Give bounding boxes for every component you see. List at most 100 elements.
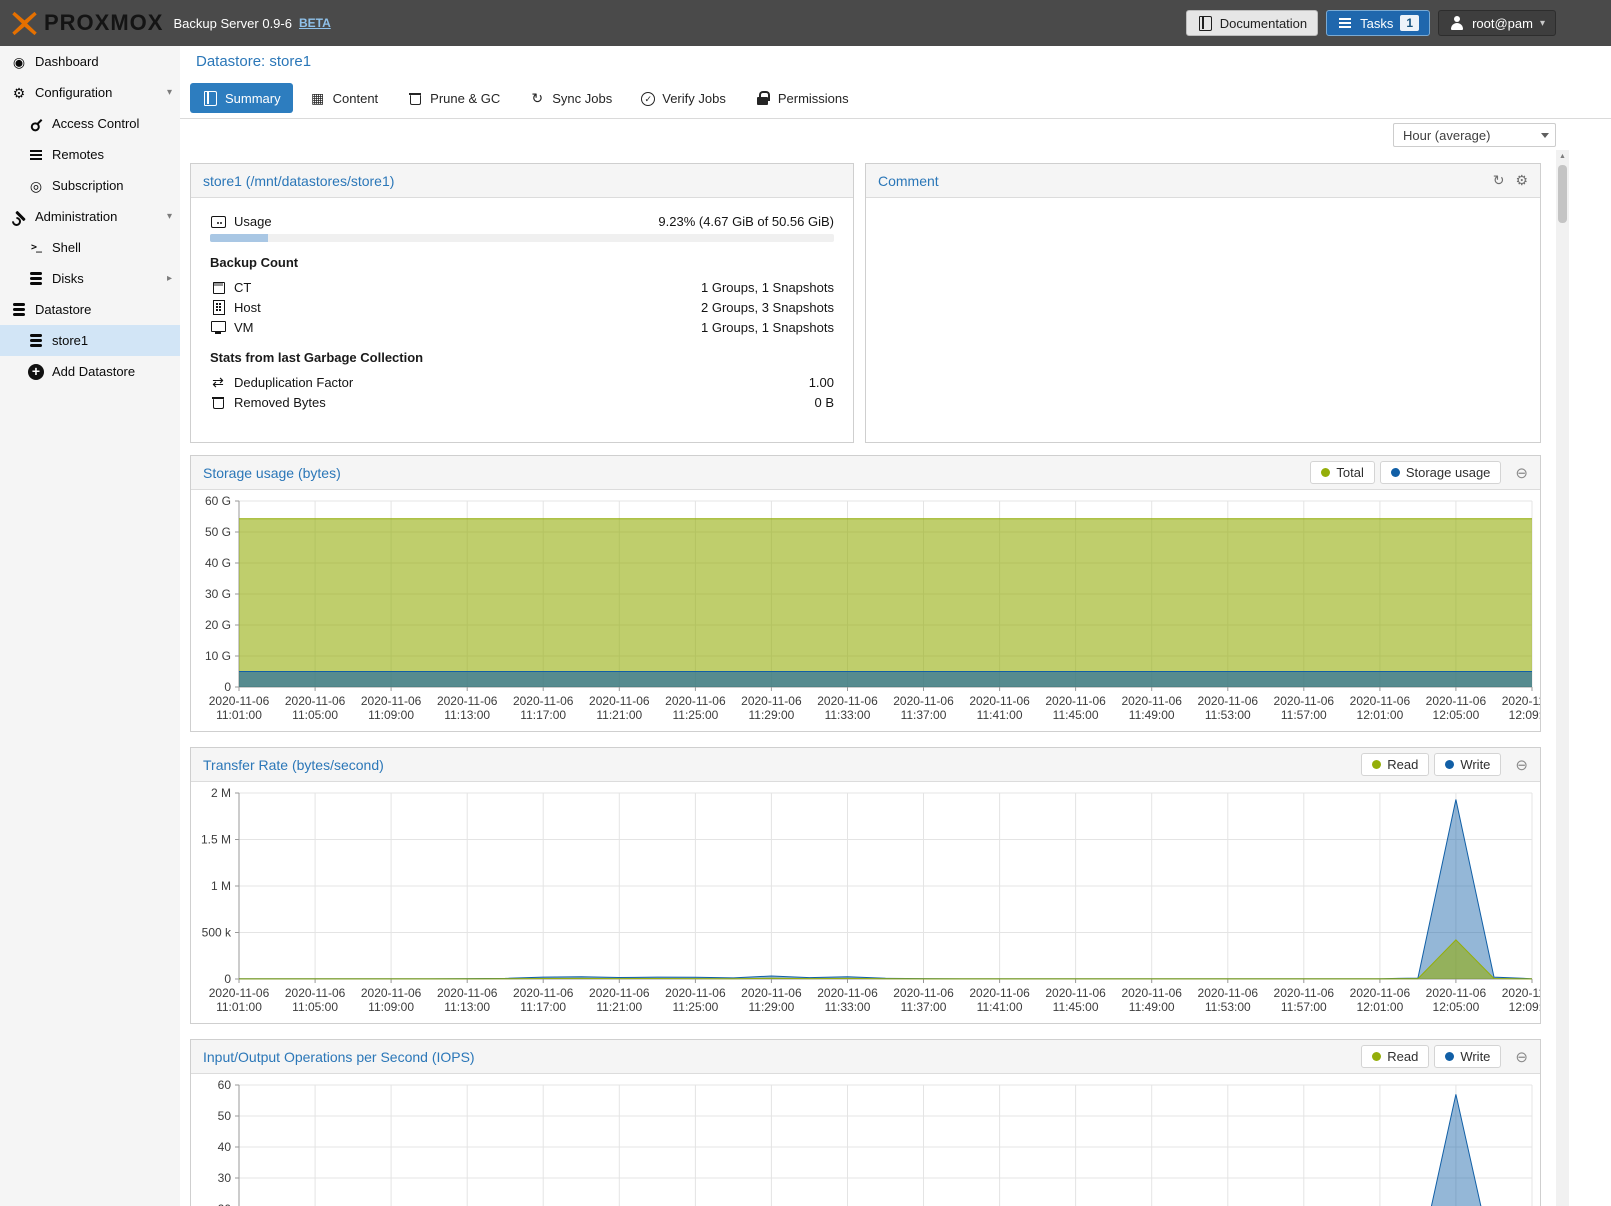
key-icon: [25, 112, 48, 135]
legend-label: Read: [1387, 757, 1418, 772]
panel-header: Input/Output Operations per Second (IOPS…: [191, 1040, 1540, 1074]
svg-text:11:53:00: 11:53:00: [1205, 708, 1251, 722]
sidebar-item-access-control[interactable]: Access Control: [0, 108, 180, 139]
sidebar-item-store1[interactable]: store1: [0, 325, 180, 356]
legend-dot: [1391, 468, 1400, 477]
gear-icon[interactable]: ⚙: [1515, 172, 1528, 189]
svg-text:11:57:00: 11:57:00: [1281, 1000, 1327, 1014]
iops-chart: 01020304050602020-11-0611:01:002020-11-0…: [191, 1075, 1540, 1206]
legend-total[interactable]: Total: [1310, 461, 1374, 484]
svg-text:11:05:00: 11:05:00: [292, 1000, 338, 1014]
panel-title: Comment: [878, 173, 939, 189]
sidebar-item-remotes[interactable]: Remotes: [0, 139, 180, 170]
tabbar-separator: [180, 118, 1611, 119]
sidebar-item-administration[interactable]: Administration ▾: [0, 201, 180, 232]
beta-link[interactable]: BETA: [299, 16, 331, 30]
nav-label: Configuration: [35, 85, 112, 100]
panel-title: Storage usage (bytes): [203, 465, 341, 481]
tab-prune-gc[interactable]: Prune & GC: [395, 83, 512, 113]
nav-label: store1: [52, 333, 88, 348]
tasks-count-badge: 1: [1400, 15, 1419, 31]
sidebar-item-shell[interactable]: >_ Shell: [0, 232, 180, 263]
nav-label: Administration: [35, 209, 117, 224]
svg-text:2020-11-06: 2020-11-06: [817, 694, 878, 708]
sidebar-item-disks[interactable]: Disks ▸: [0, 263, 180, 294]
legend-label: Write: [1460, 1049, 1490, 1064]
comment-body[interactable]: [866, 198, 1540, 224]
row-value: 1 Groups, 1 Snapshots: [701, 280, 834, 295]
svg-text:2020-11-06: 2020-11-06: [589, 986, 650, 1000]
tab-verify-jobs[interactable]: ✓ Verify Jobs: [629, 83, 738, 113]
row-label: Deduplication Factor: [234, 375, 353, 390]
gc-stats-heading: Stats from last Garbage Collection: [210, 350, 834, 365]
task-list-icon: [1337, 15, 1353, 31]
row-label: VM: [234, 320, 254, 335]
svg-text:2020-11-06: 2020-11-06: [893, 694, 954, 708]
badge-icon: ◎: [28, 178, 44, 194]
tab-summary[interactable]: Summary: [190, 83, 293, 113]
sidebar-item-add-datastore[interactable]: Add Datastore: [0, 356, 180, 387]
legend-read[interactable]: Read: [1361, 1045, 1429, 1068]
scroll-up-arrow-icon[interactable]: ▲: [1556, 150, 1569, 160]
panel-body: Usage 9.23% (4.67 GiB of 50.56 GiB) Back…: [191, 198, 853, 425]
scrollbar-thumb[interactable]: [1558, 165, 1567, 223]
collapse-icon[interactable]: ⊖: [1515, 464, 1528, 482]
svg-text:2020-11-06: 2020-11-06: [1045, 986, 1106, 1000]
tab-permissions[interactable]: Permissions: [743, 83, 861, 113]
sidebar-item-dashboard[interactable]: ◉ Dashboard: [0, 46, 180, 77]
usage-row: Usage 9.23% (4.67 GiB of 50.56 GiB): [210, 211, 834, 231]
tasks-button[interactable]: Tasks 1: [1326, 10, 1430, 36]
trash-icon: [407, 90, 423, 106]
gauge-icon: ◉: [11, 54, 27, 70]
book-icon: [1197, 15, 1213, 31]
chevron-down-icon[interactable]: [1535, 124, 1555, 146]
row-label: Host: [234, 300, 261, 315]
refresh-icon[interactable]: ↻: [1493, 172, 1505, 189]
nav-label: Datastore: [35, 302, 91, 317]
legend-label: Write: [1460, 757, 1490, 772]
svg-text:0: 0: [224, 680, 231, 694]
nav-label: Subscription: [52, 178, 124, 193]
building-icon: [210, 299, 226, 315]
sidebar-item-configuration[interactable]: ⚙ Configuration ▾: [0, 77, 180, 108]
row-value: 1 Groups, 1 Snapshots: [701, 320, 834, 335]
collapse-icon[interactable]: ⊖: [1515, 1048, 1528, 1066]
svg-text:11:45:00: 11:45:00: [1053, 1000, 1099, 1014]
svg-text:11:09:00: 11:09:00: [368, 1000, 414, 1014]
vertical-scrollbar[interactable]: ▲: [1556, 150, 1569, 1206]
collapse-icon[interactable]: ⊖: [1515, 756, 1528, 774]
svg-text:40 G: 40 G: [205, 556, 231, 570]
timeframe-select[interactable]: Hour (average): [1393, 123, 1556, 147]
expander-icon[interactable]: ▾: [167, 211, 172, 222]
panel-header: Transfer Rate (bytes/second) Read Write …: [191, 748, 1540, 782]
terminal-icon: >_: [28, 240, 44, 256]
legend-read[interactable]: Read: [1361, 753, 1429, 776]
svg-text:2020-11-06: 2020-11-06: [1198, 694, 1259, 708]
svg-text:2020-11-06: 2020-11-06: [1274, 694, 1335, 708]
svg-text:2020-11-06: 2020-11-06: [1045, 694, 1106, 708]
sidebar-item-datastore[interactable]: Datastore: [0, 294, 180, 325]
svg-text:30 G: 30 G: [205, 587, 231, 601]
legend-write[interactable]: Write: [1434, 753, 1501, 776]
tab-sync-jobs[interactable]: ↻ Sync Jobs: [517, 83, 624, 113]
dedup-row: ⇄ Deduplication Factor 1.00: [210, 372, 834, 392]
svg-text:11:13:00: 11:13:00: [444, 1000, 490, 1014]
sidebar-item-subscription[interactable]: ◎ Subscription: [0, 170, 180, 201]
svg-text:2020-11-06: 2020-11-06: [361, 694, 422, 708]
svg-text:2020-11-06: 2020-11-06: [285, 694, 346, 708]
row-value: 0 B: [814, 395, 834, 410]
legend-write[interactable]: Write: [1434, 1045, 1501, 1068]
svg-text:2020-11-06: 2020-11-06: [589, 694, 650, 708]
svg-text:2020-11-06: 2020-11-06: [741, 986, 802, 1000]
legend-dot: [1445, 1052, 1454, 1061]
panel-title: Transfer Rate (bytes/second): [203, 757, 384, 773]
expander-icon[interactable]: ▾: [167, 87, 172, 98]
compress-icon: ⇄: [210, 374, 226, 390]
tab-content[interactable]: ▦ Content: [298, 83, 391, 113]
legend-storage-usage[interactable]: Storage usage: [1380, 461, 1502, 484]
documentation-button[interactable]: Documentation: [1186, 10, 1318, 36]
svg-text:2020-11-06: 2020-11-06: [1121, 986, 1182, 1000]
svg-text:2020-11-06: 2020-11-06: [665, 694, 726, 708]
user-menu-button[interactable]: root@pam ▾: [1438, 10, 1556, 36]
tab-label: Verify Jobs: [662, 91, 726, 106]
